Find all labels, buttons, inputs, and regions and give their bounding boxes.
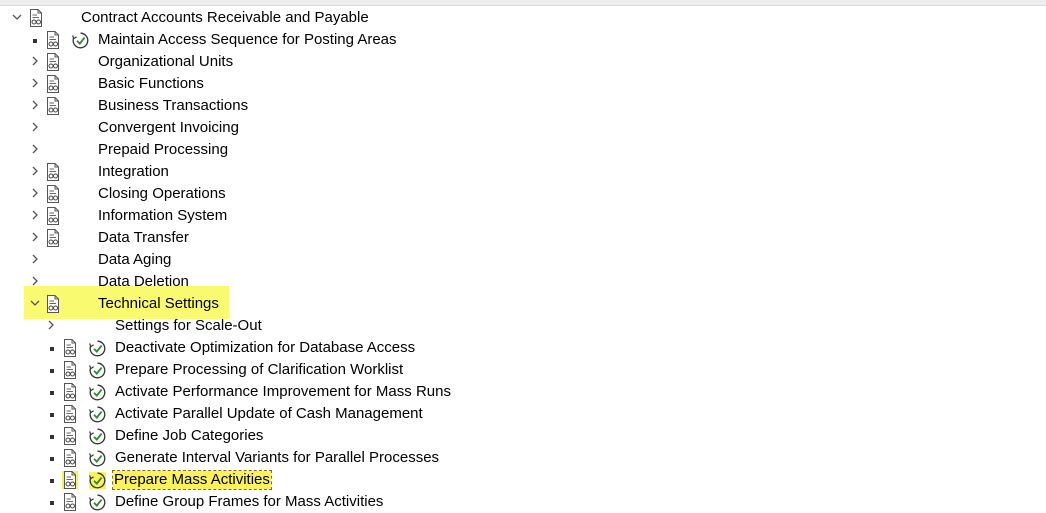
tree-node-label[interactable]: Organizational Units [98,53,233,71]
tree-row-prepaid-processing[interactable]: Prepaid Processing [0,139,1046,161]
chevron-right-icon[interactable] [28,76,42,90]
tree-node-label[interactable]: Data Aging [98,251,171,269]
bullet [50,501,54,505]
tree-node-label[interactable]: Generate Interval Variants for Parallel … [115,449,439,467]
chevron-right-icon[interactable] [28,252,42,266]
tree-node-label[interactable]: Deactivate Optimization for Database Acc… [115,339,415,357]
execute-clock-icon[interactable] [89,428,106,445]
bullet [50,369,54,373]
tree-row-access-sequence[interactable]: Maintain Access Sequence for Posting Are… [0,29,1046,51]
chevron-right-icon[interactable] [28,230,42,244]
tree-node-label[interactable]: Information System [98,207,227,225]
document-glasses-icon[interactable] [62,493,78,511]
tree-row-performance-improvement[interactable]: Activate Performance Improvement for Mas… [0,381,1046,403]
tree-row-interval-variants[interactable]: Generate Interval Variants for Parallel … [0,447,1046,469]
chevron-down-icon[interactable] [28,296,42,310]
chevron-right-icon[interactable] [28,120,42,134]
execute-clock-icon[interactable] [72,32,89,49]
document-glasses-icon[interactable] [62,383,78,401]
tree-node-label[interactable]: Business Transactions [98,97,248,115]
tree-row-integration[interactable]: Integration [0,161,1046,183]
document-glasses-icon[interactable] [62,361,78,379]
tree-row-data-deletion[interactable]: Data Deletion [0,271,1046,293]
document-glasses-icon[interactable] [45,163,61,181]
tree-row-closing-operations[interactable]: Closing Operations [0,183,1046,205]
document-glasses-icon[interactable] [45,229,61,247]
bullet [50,479,54,483]
document-glasses-icon[interactable] [62,405,78,423]
chevron-right-icon[interactable] [28,186,42,200]
tree-node-label[interactable]: Activate Parallel Update of Cash Managem… [115,405,423,423]
tree-row-data-aging[interactable]: Data Aging [0,249,1046,271]
document-glasses-icon[interactable] [62,339,78,357]
document-glasses-icon[interactable] [45,97,61,115]
chevron-right-icon[interactable] [28,98,42,112]
document-glasses-icon[interactable] [62,427,78,445]
tree-node-label[interactable]: Closing Operations [98,185,226,203]
chevron-down-icon[interactable] [10,10,24,24]
tree-row-root[interactable]: Contract Accounts Receivable and Payable [0,7,1046,29]
document-glasses-icon [28,9,44,27]
document-glasses-icon[interactable] [45,295,61,313]
tree-row-scale-out[interactable]: Settings for Scale-Out [0,315,1046,337]
tree-row-basic-functions[interactable]: Basic Functions [0,73,1046,95]
tree-node-label[interactable]: Convergent Invoicing [98,119,239,137]
tree-node-label[interactable]: Prepare Processing of Clarification Work… [115,361,403,379]
tree-row-deactivate-optimization[interactable]: Deactivate Optimization for Database Acc… [0,337,1046,359]
document-glasses-icon[interactable] [45,75,61,93]
tree-node-label-selected[interactable]: Prepare Mass Activities [112,470,272,490]
img-tree: Contract Accounts Receivable and Payable… [0,0,1046,507]
bullet [50,347,54,351]
tree-node-label[interactable]: Prepaid Processing [98,141,228,159]
execute-clock-icon[interactable] [89,340,106,357]
chevron-right-icon[interactable] [28,54,42,68]
document-glasses-icon[interactable] [62,449,78,467]
bullet [50,435,54,439]
chevron-right-icon[interactable] [44,318,58,332]
tree-row-technical-settings[interactable]: Technical Settings [0,293,1046,315]
document-glasses-icon[interactable] [45,185,61,203]
tree-row-parallel-update[interactable]: Activate Parallel Update of Cash Managem… [0,403,1046,425]
chevron-right-icon[interactable] [28,164,42,178]
bullet [50,413,54,417]
execute-clock-icon[interactable] [89,494,106,511]
document-glasses-icon[interactable] [45,207,61,225]
tree-row-clarification-worklist[interactable]: Prepare Processing of Clarification Work… [0,359,1046,381]
tree-node-label[interactable]: Settings for Scale-Out [115,317,262,335]
tree-node-label[interactable]: Data Transfer [98,229,189,247]
tree-row-job-categories[interactable]: Define Job Categories [0,425,1046,447]
tree-node-label[interactable]: Contract Accounts Receivable and Payable [81,9,369,27]
chevron-right-icon[interactable] [28,208,42,222]
tree-row-convergent-invoicing[interactable]: Convergent Invoicing [0,117,1046,139]
execute-clock-icon[interactable] [89,362,106,379]
tree-node-label[interactable]: Define Group Frames for Mass Activities [115,493,383,511]
chevron-right-icon[interactable] [28,142,42,156]
document-glasses-icon[interactable] [45,53,61,71]
execute-clock-icon[interactable] [89,384,106,401]
tree-node-label[interactable]: Integration [98,163,169,181]
tree-row-data-transfer[interactable]: Data Transfer [0,227,1046,249]
tree-node-label[interactable]: Technical Settings [98,295,219,313]
execute-clock-icon[interactable] [89,450,106,467]
tree-node-label[interactable]: Basic Functions [98,75,204,93]
document-glasses-icon[interactable] [62,471,78,489]
bullet [50,391,54,395]
execute-clock-icon[interactable] [89,406,106,423]
tree-row-information-system[interactable]: Information System [0,205,1046,227]
bullet [50,457,54,461]
tree-row-group-frames[interactable]: Define Group Frames for Mass Activities [0,491,1046,513]
document-glasses-icon[interactable] [45,31,61,49]
chevron-right-icon[interactable] [28,274,42,288]
tree-row-prepare-mass-activities[interactable]: Prepare Mass Activities [0,469,1046,491]
tree-row-business-transactions[interactable]: Business Transactions [0,95,1046,117]
tree-node-label[interactable]: Maintain Access Sequence for Posting Are… [98,31,397,49]
tree-node-label[interactable]: Define Job Categories [115,427,263,445]
execute-clock-icon[interactable] [89,472,106,489]
tree-row-organizational-units[interactable]: Organizational Units [0,51,1046,73]
tree-node-label[interactable]: Activate Performance Improvement for Mas… [115,383,451,401]
tree-node-label[interactable]: Data Deletion [98,273,189,291]
bullet [33,39,37,43]
